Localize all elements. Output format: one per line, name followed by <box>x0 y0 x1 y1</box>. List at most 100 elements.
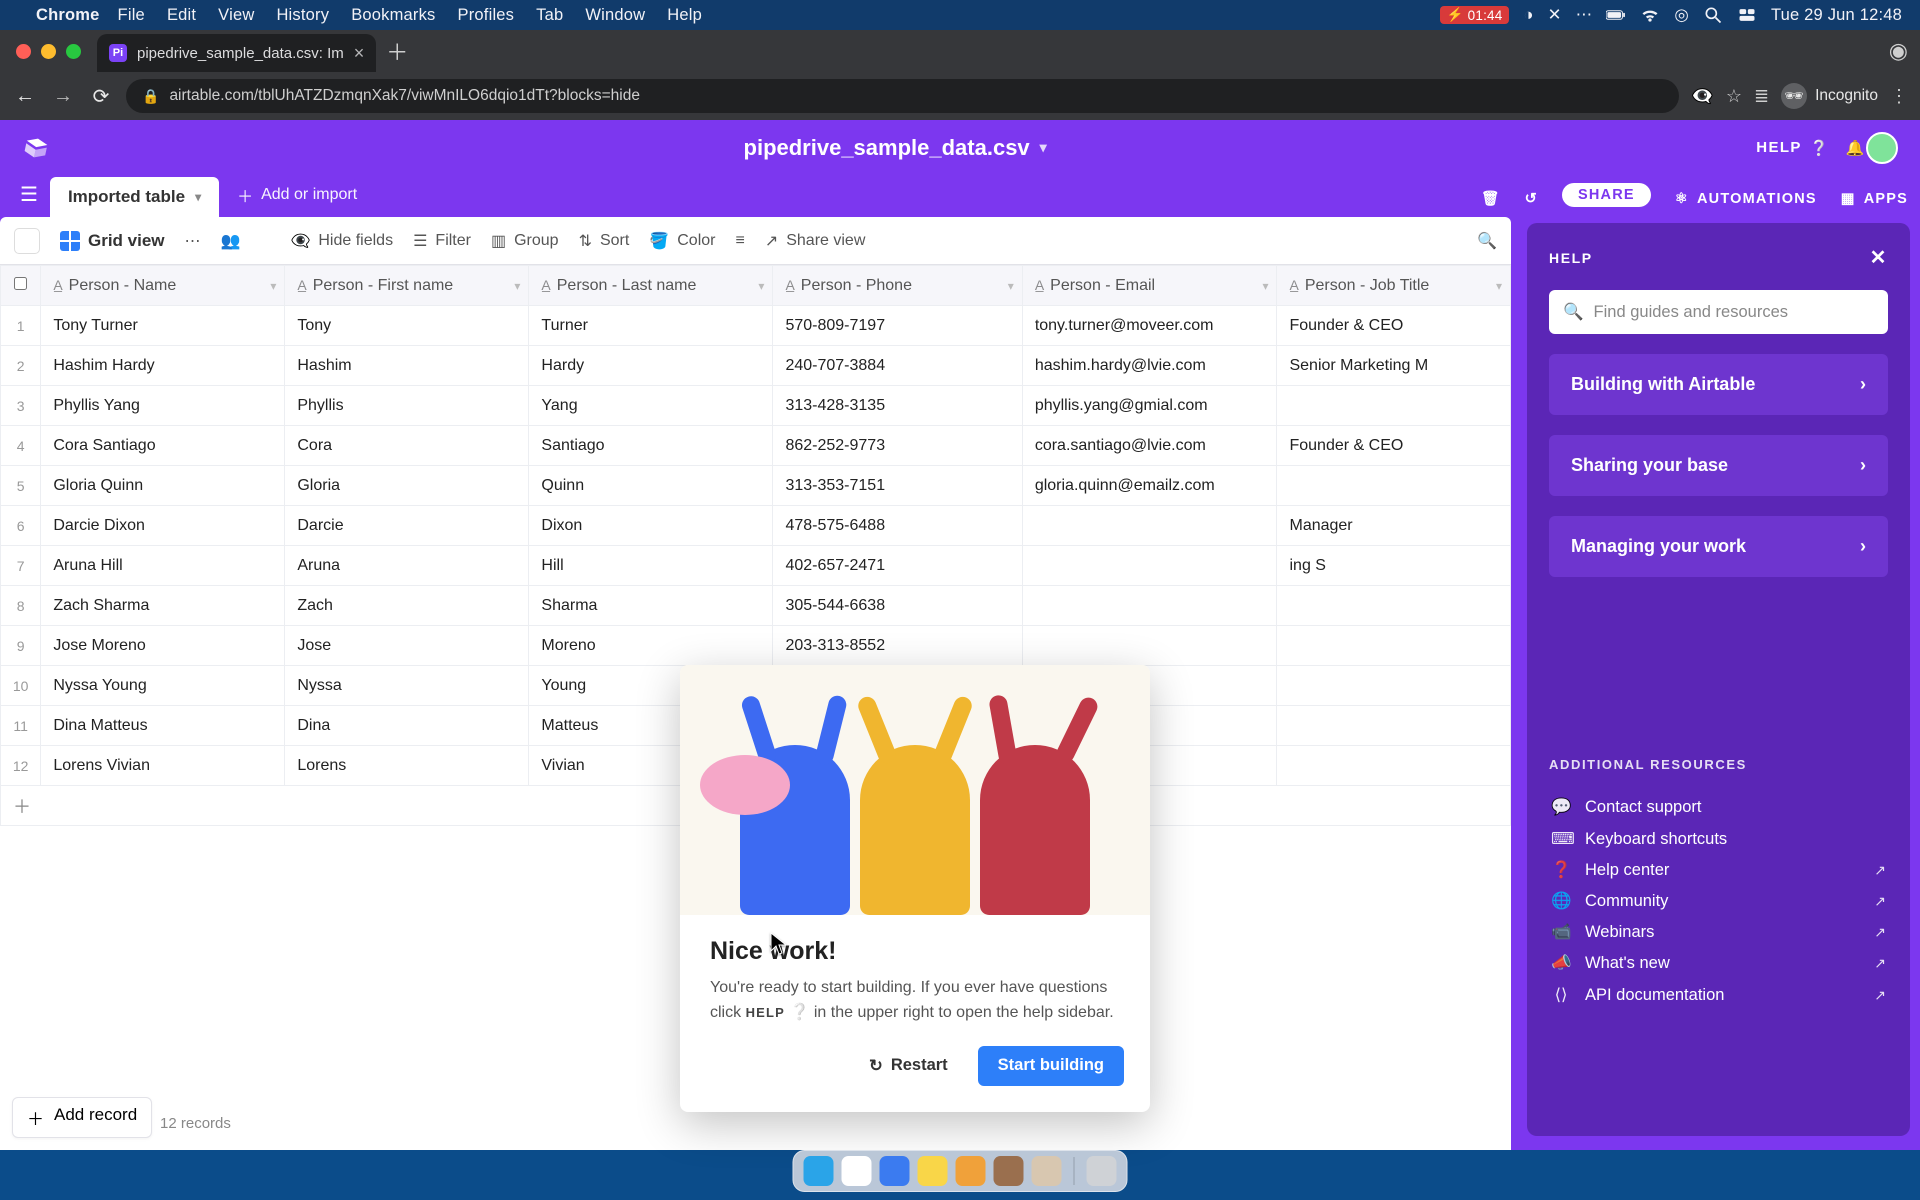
table-row[interactable]: 8Zach SharmaZachSharma305-544-6638 <box>1 586 1511 626</box>
cell-email[interactable] <box>1022 546 1277 586</box>
browser-tab[interactable]: Pi pipedrive_sample_data.csv: Im × <box>97 34 376 72</box>
tab-close-icon[interactable]: × <box>354 43 365 64</box>
table-row[interactable]: 3Phyllis YangPhyllisYang313-428-3135phyl… <box>1 386 1511 426</box>
table-row[interactable]: 9Jose MorenoJoseMoreno203-313-8552 <box>1 626 1511 666</box>
dock-app[interactable] <box>956 1156 986 1186</box>
column-header[interactable]: A̲Person - Email▾ <box>1022 266 1277 306</box>
menu-history[interactable]: History <box>276 6 329 25</box>
cell-job[interactable] <box>1277 666 1511 706</box>
base-name[interactable]: pipedrive_sample_data.csv▾ <box>50 135 1740 161</box>
extension-icon[interactable]: 👁‍🗨 <box>1691 86 1713 107</box>
airtable-logo-icon[interactable] <box>19 131 52 164</box>
row-height-button[interactable]: ≡ <box>735 232 744 250</box>
column-header[interactable]: A̲Person - First name▾ <box>285 266 529 306</box>
filter-button[interactable]: ☰Filter <box>413 231 471 251</box>
cell-name[interactable]: Darcie Dixon <box>41 506 285 546</box>
history-button[interactable]: ↺ <box>1525 191 1538 207</box>
dock-trash[interactable] <box>1087 1156 1117 1186</box>
column-header[interactable]: A̲Person - Name▾ <box>41 266 285 306</box>
help-card-building[interactable]: Building with Airtable› <box>1549 354 1888 415</box>
hide-fields-button[interactable]: 👁‍🗨Hide fields <box>290 231 393 251</box>
menubar-clock[interactable]: Tue 29 Jun 12:48 <box>1771 6 1902 25</box>
cell-job[interactable] <box>1277 386 1511 426</box>
cell-last[interactable]: Dixon <box>529 506 773 546</box>
dock-app[interactable] <box>842 1156 872 1186</box>
cell-phone[interactable]: 570-809-7197 <box>773 306 1022 346</box>
cell-last[interactable]: Santiago <box>529 426 773 466</box>
menubar-spotlight-icon[interactable] <box>1703 5 1723 25</box>
menu-profiles[interactable]: Profiles <box>458 6 515 25</box>
menu-file[interactable]: File <box>118 6 145 25</box>
window-controls[interactable] <box>16 44 81 59</box>
panel-toggle-button[interactable] <box>14 228 40 254</box>
cell-first[interactable]: Gloria <box>285 466 529 506</box>
cell-last[interactable]: Turner <box>529 306 773 346</box>
row-number[interactable]: 9 <box>1 626 41 666</box>
dock-app[interactable] <box>994 1156 1024 1186</box>
share-button[interactable]: SHARE <box>1562 183 1651 207</box>
apps-button[interactable]: ▦APPS <box>1841 191 1908 207</box>
cell-phone[interactable]: 313-428-3135 <box>773 386 1022 426</box>
row-number[interactable]: 7 <box>1 546 41 586</box>
menubar-status-icon[interactable]: ✕ <box>1548 5 1562 25</box>
cell-job[interactable] <box>1277 586 1511 626</box>
help-link[interactable]: ⌨Keyboard shortcuts <box>1549 823 1888 855</box>
cell-first[interactable]: Aruna <box>285 546 529 586</box>
nav-reload-button[interactable]: ⟳ <box>88 84 114 109</box>
cell-email[interactable]: cora.santiago@lvie.com <box>1022 426 1277 466</box>
cell-phone[interactable]: 862-252-9773 <box>773 426 1022 466</box>
reading-list-icon[interactable]: ≣ <box>1754 86 1769 107</box>
menu-tab[interactable]: Tab <box>536 6 563 25</box>
column-header[interactable]: A̲Person - Phone▾ <box>773 266 1022 306</box>
collaborators-button[interactable]: 👥 <box>221 231 241 251</box>
row-number[interactable]: 8 <box>1 586 41 626</box>
trash-button[interactable]: 🗑 <box>1481 190 1501 207</box>
chrome-menu-button[interactable]: ⋮ <box>1890 86 1908 107</box>
cell-name[interactable]: Zach Sharma <box>41 586 285 626</box>
chevron-down-icon[interactable]: ▾ <box>1496 279 1502 293</box>
cell-name[interactable]: Tony Turner <box>41 306 285 346</box>
menu-help[interactable]: Help <box>667 6 702 25</box>
cell-email[interactable] <box>1022 586 1277 626</box>
chevron-down-icon[interactable]: ▾ <box>514 279 520 293</box>
table-row[interactable]: 5Gloria QuinnGloriaQuinn313-353-7151glor… <box>1 466 1511 506</box>
cell-first[interactable]: Hashim <box>285 346 529 386</box>
search-button[interactable]: 🔍 <box>1477 231 1497 251</box>
cell-email[interactable] <box>1022 626 1277 666</box>
macos-dock[interactable] <box>793 1150 1128 1192</box>
cell-name[interactable]: Aruna Hill <box>41 546 285 586</box>
cell-phone[interactable]: 402-657-2471 <box>773 546 1022 586</box>
table-row[interactable]: 1Tony TurnerTonyTurner570-809-7197tony.t… <box>1 306 1511 346</box>
account-avatar[interactable] <box>1866 132 1898 164</box>
cell-job[interactable]: Founder & CEO <box>1277 426 1511 466</box>
cell-last[interactable]: Sharma <box>529 586 773 626</box>
cell-first[interactable]: Tony <box>285 306 529 346</box>
chevron-down-icon[interactable]: ▾ <box>1008 279 1014 293</box>
cell-first[interactable]: Nyssa <box>285 666 529 706</box>
cell-email[interactable]: hashim.hardy@lvie.com <box>1022 346 1277 386</box>
menu-bookmarks[interactable]: Bookmarks <box>351 6 435 25</box>
cell-first[interactable]: Dina <box>285 706 529 746</box>
row-number[interactable]: 6 <box>1 506 41 546</box>
help-link[interactable]: ❓Help center↗ <box>1549 855 1888 886</box>
view-switcher[interactable]: Grid view <box>60 231 165 251</box>
cell-phone[interactable]: 240-707-3884 <box>773 346 1022 386</box>
cell-name[interactable]: Hashim Hardy <box>41 346 285 386</box>
cell-job[interactable] <box>1277 706 1511 746</box>
cell-first[interactable]: Cora <box>285 426 529 466</box>
tab-overflow-icon[interactable]: ◉ <box>1889 38 1908 64</box>
sort-button[interactable]: ⇅Sort <box>579 231 630 251</box>
cell-name[interactable]: Gloria Quinn <box>41 466 285 506</box>
table-row[interactable]: 4Cora SantiagoCoraSantiago862-252-9773co… <box>1 426 1511 466</box>
cell-job[interactable]: Senior Marketing M <box>1277 346 1511 386</box>
help-link[interactable]: 📹Webinars↗ <box>1549 917 1888 948</box>
window-minimize[interactable] <box>41 44 56 59</box>
restart-button[interactable]: ↻Restart <box>849 1046 968 1086</box>
color-button[interactable]: 🪣Color <box>649 231 715 251</box>
address-bar[interactable]: 🔒 airtable.com/tblUhATZDzmqnXak7/viwMnIL… <box>126 79 1679 113</box>
cell-name[interactable]: Jose Moreno <box>41 626 285 666</box>
nav-back-button[interactable]: ← <box>12 85 38 108</box>
cell-name[interactable]: Phyllis Yang <box>41 386 285 426</box>
cell-last[interactable]: Moreno <box>529 626 773 666</box>
cell-phone[interactable]: 478-575-6488 <box>773 506 1022 546</box>
